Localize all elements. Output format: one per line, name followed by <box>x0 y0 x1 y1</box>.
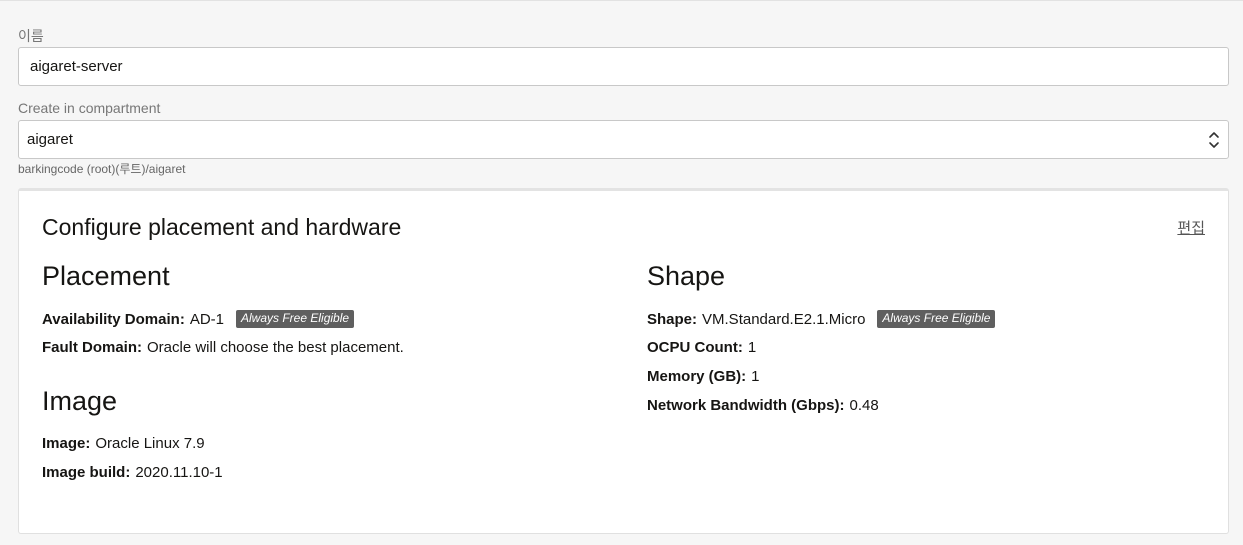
image-build-value: 2020.11.10-1 <box>135 464 223 481</box>
memory-key: Memory (GB): <box>647 368 747 385</box>
network-bandwidth-row: Network Bandwidth (Gbps): 0.48 <box>647 397 879 414</box>
compartment-label: Create in compartment <box>18 100 161 116</box>
shape-heading: Shape <box>647 261 726 291</box>
availability-domain-value: AD-1 <box>189 310 224 328</box>
panel-title: Configure placement and hardware <box>42 214 402 240</box>
placement-hardware-panel: Configure placement and hardware 편집 Plac… <box>18 188 1229 534</box>
ocpu-count-value: 1 <box>747 339 757 356</box>
compartment-path: barkingcode (root)(루트)/aigaret <box>18 162 186 176</box>
compartment-select[interactable]: aigaret <box>18 120 1229 159</box>
availability-domain-key: Availability Domain: <box>42 310 185 328</box>
name-label: 이름 <box>18 28 44 44</box>
compartment-select-value: aigaret <box>27 131 73 148</box>
chevron-up-down-icon <box>1209 131 1219 148</box>
always-free-badge: Always Free Eligible <box>236 310 355 328</box>
shape-row: Shape: VM.Standard.E2.1.Micro Always Fre… <box>647 310 996 328</box>
ocpu-count-key: OCPU Count: <box>647 339 743 356</box>
image-build-row: Image build: 2020.11.10-1 <box>42 464 223 481</box>
availability-domain-row: Availability Domain: AD-1 Always Free El… <box>42 310 355 328</box>
shape-value: VM.Standard.E2.1.Micro <box>702 310 866 328</box>
fault-domain-value: Oracle will choose the best placement. <box>147 339 404 356</box>
name-input[interactable] <box>18 47 1229 86</box>
network-bandwidth-key: Network Bandwidth (Gbps): <box>647 397 845 414</box>
memory-value: 1 <box>751 368 760 385</box>
memory-row: Memory (GB): 1 <box>647 368 760 385</box>
shape-key: Shape: <box>647 310 698 328</box>
network-bandwidth-value: 0.48 <box>849 397 879 414</box>
ocpu-count-row: OCPU Count: 1 <box>647 339 756 356</box>
image-heading: Image <box>42 386 118 416</box>
image-value: Oracle Linux 7.9 <box>95 435 205 452</box>
image-build-key: Image build: <box>42 464 131 481</box>
edit-link[interactable]: 편집 <box>1177 217 1205 238</box>
image-row: Image: Oracle Linux 7.9 <box>42 435 205 452</box>
fault-domain-key: Fault Domain: <box>42 339 142 356</box>
placement-heading: Placement <box>42 261 170 291</box>
fault-domain-row: Fault Domain: Oracle will choose the bes… <box>42 339 404 356</box>
image-key: Image: <box>42 435 91 452</box>
always-free-badge: Always Free Eligible <box>877 310 996 328</box>
